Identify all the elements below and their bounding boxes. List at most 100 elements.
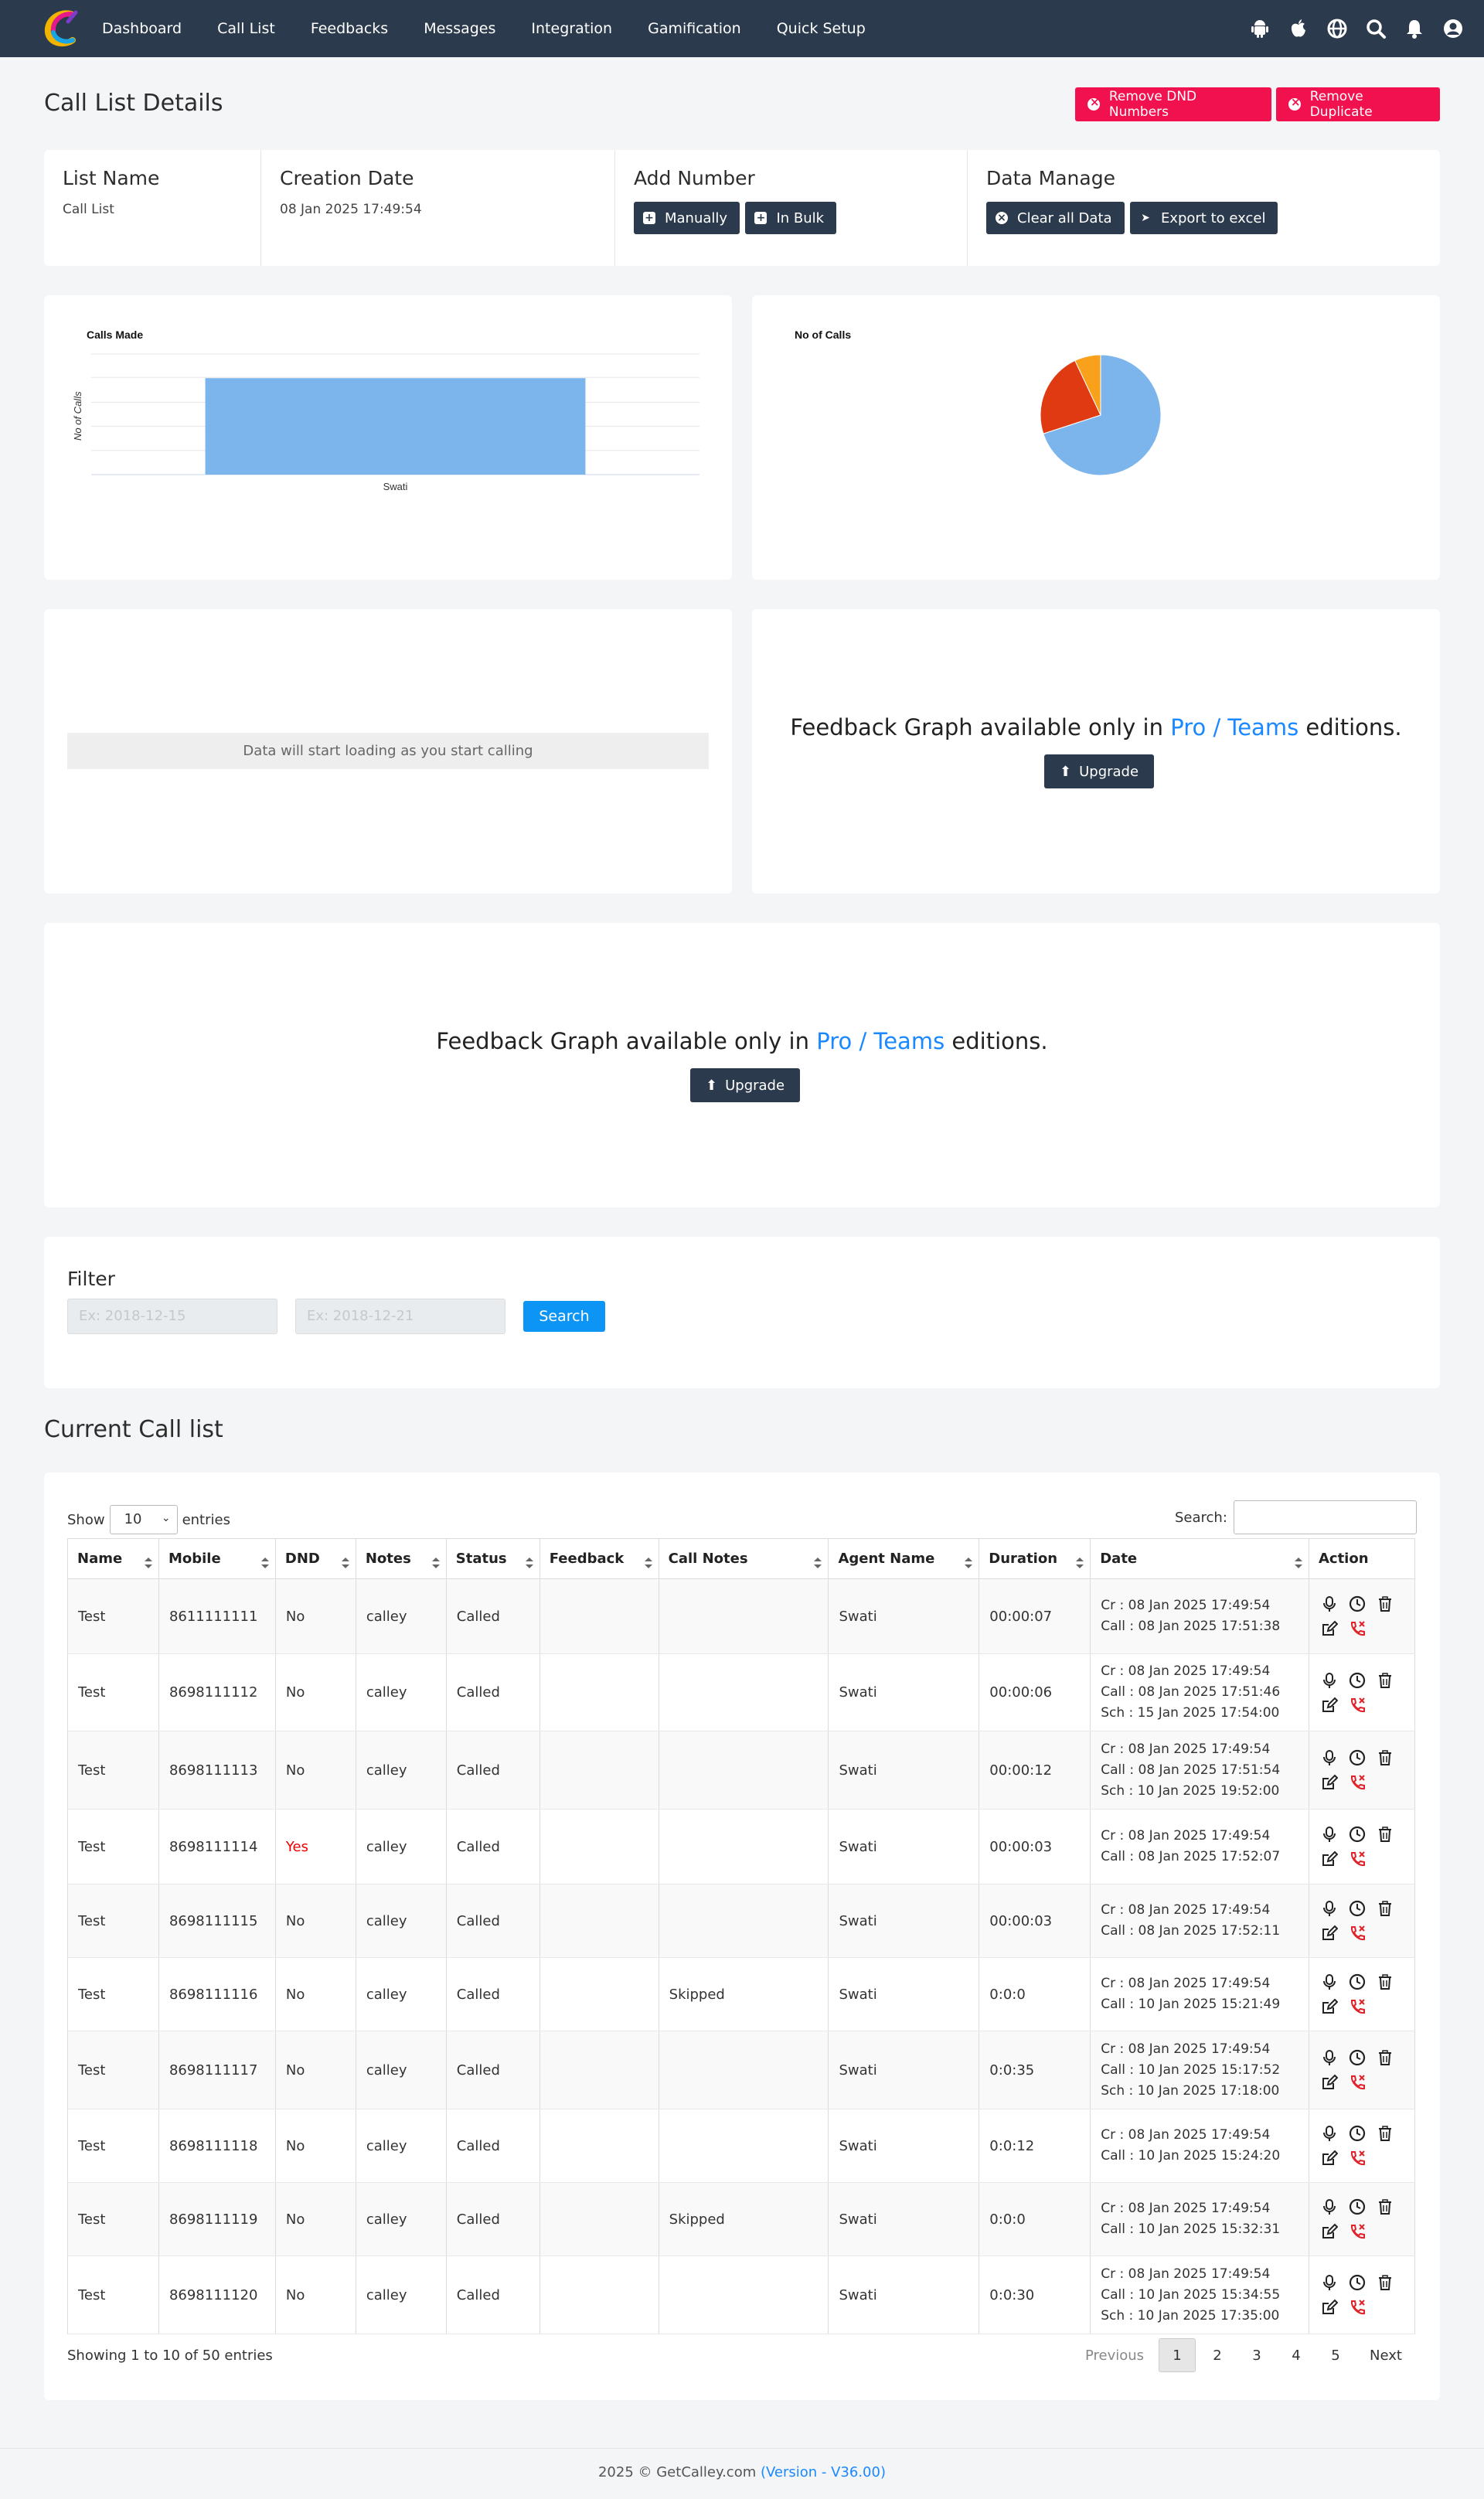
upgrade-button[interactable]: ⬆ Upgrade bbox=[690, 1068, 801, 1102]
pagination-page-4[interactable]: 4 bbox=[1277, 2338, 1316, 2372]
column-header-notes[interactable]: Notes bbox=[355, 1538, 447, 1579]
add-in-bulk-button[interactable]: + In Bulk bbox=[745, 202, 837, 234]
pagination-next[interactable]: Next bbox=[1356, 2338, 1415, 2372]
pagination-page-3[interactable]: 3 bbox=[1237, 2338, 1276, 2372]
edit-icon[interactable] bbox=[1321, 2074, 1339, 2091]
clock-icon[interactable] bbox=[1349, 1595, 1366, 1612]
to-date-input[interactable]: Ex: 2018-12-21 bbox=[295, 1299, 505, 1334]
remove-duplicate-button[interactable]: Remove Duplicate bbox=[1276, 87, 1440, 121]
microphone-icon[interactable] bbox=[1321, 2274, 1338, 2291]
phone-missed-icon[interactable] bbox=[1349, 1850, 1366, 1867]
edit-icon[interactable] bbox=[1321, 1774, 1339, 1791]
microphone-icon[interactable] bbox=[1321, 1595, 1338, 1612]
trash-icon[interactable] bbox=[1377, 2198, 1394, 2215]
phone-missed-icon[interactable] bbox=[1349, 2074, 1366, 2091]
phone-missed-icon[interactable] bbox=[1349, 1774, 1366, 1791]
nav-dashboard[interactable]: Dashboard bbox=[102, 20, 182, 37]
user-icon[interactable] bbox=[1442, 18, 1464, 39]
trash-icon[interactable] bbox=[1377, 1900, 1394, 1917]
trash-icon[interactable] bbox=[1377, 2125, 1394, 2142]
search-icon[interactable] bbox=[1365, 18, 1387, 39]
nav-integration[interactable]: Integration bbox=[531, 20, 612, 37]
clock-icon[interactable] bbox=[1349, 1973, 1366, 1990]
nav-call-list[interactable]: Call List bbox=[217, 20, 275, 37]
trash-icon[interactable] bbox=[1377, 1595, 1394, 1612]
pagination-page-1[interactable]: 1 bbox=[1159, 2338, 1196, 2372]
clock-icon[interactable] bbox=[1349, 1826, 1366, 1843]
from-date-input[interactable]: Ex: 2018-12-15 bbox=[67, 1299, 277, 1334]
date-line: Call : 10 Jan 2025 15:32:31 bbox=[1101, 2222, 1281, 2237]
footer-version[interactable]: (Version - V36.00) bbox=[761, 2464, 886, 2480]
globe-icon[interactable] bbox=[1326, 18, 1348, 39]
phone-missed-icon[interactable] bbox=[1349, 1620, 1366, 1637]
table-search-input[interactable] bbox=[1233, 1500, 1417, 1534]
clock-icon[interactable] bbox=[1349, 2274, 1366, 2291]
column-header-call-notes[interactable]: Call Notes bbox=[658, 1538, 829, 1579]
phone-missed-icon[interactable] bbox=[1349, 2150, 1366, 2167]
clock-icon[interactable] bbox=[1349, 1672, 1366, 1689]
clock-icon[interactable] bbox=[1349, 2198, 1366, 2215]
cell-call-notes bbox=[658, 1809, 829, 1884]
bar-swati[interactable] bbox=[205, 378, 586, 475]
microphone-icon[interactable] bbox=[1321, 1749, 1338, 1766]
microphone-icon[interactable] bbox=[1321, 1900, 1338, 1917]
microphone-icon[interactable] bbox=[1321, 1672, 1338, 1689]
add-manually-button[interactable]: + Manually bbox=[634, 202, 740, 234]
edit-icon[interactable] bbox=[1321, 1620, 1339, 1637]
entries-select[interactable]: 10 ⌄ bbox=[109, 1505, 178, 1534]
search-button[interactable]: Search bbox=[523, 1301, 605, 1332]
trash-icon[interactable] bbox=[1377, 1973, 1394, 1990]
edit-icon[interactable] bbox=[1321, 1925, 1339, 1942]
microphone-icon[interactable] bbox=[1321, 2198, 1338, 2215]
edit-icon[interactable] bbox=[1321, 2223, 1339, 2240]
phone-missed-icon[interactable] bbox=[1349, 1998, 1366, 2015]
pagination-previous[interactable]: Previous bbox=[1070, 2338, 1159, 2372]
export-excel-button[interactable]: ➤ Export to excel bbox=[1129, 202, 1278, 234]
clock-icon[interactable] bbox=[1349, 1749, 1366, 1766]
pro-teams-link[interactable]: Pro / Teams bbox=[816, 1028, 945, 1054]
edit-icon[interactable] bbox=[1321, 1697, 1339, 1714]
microphone-icon[interactable] bbox=[1321, 1826, 1338, 1843]
column-header-date[interactable]: Date bbox=[1090, 1538, 1309, 1579]
trash-icon[interactable] bbox=[1377, 2049, 1394, 2066]
trash-icon[interactable] bbox=[1377, 2274, 1394, 2291]
microphone-icon[interactable] bbox=[1321, 1973, 1338, 1990]
column-header-duration[interactable]: Duration bbox=[979, 1538, 1091, 1579]
pro-teams-link[interactable]: Pro / Teams bbox=[1170, 714, 1298, 741]
upgrade-button[interactable]: ⬆ Upgrade bbox=[1044, 754, 1155, 788]
bell-icon[interactable] bbox=[1404, 18, 1425, 39]
clock-icon[interactable] bbox=[1349, 2125, 1366, 2142]
android-icon[interactable] bbox=[1249, 18, 1271, 39]
apple-icon[interactable] bbox=[1288, 18, 1309, 39]
column-header-status[interactable]: Status bbox=[445, 1538, 540, 1579]
edit-icon[interactable] bbox=[1321, 1850, 1339, 1867]
clear-all-data-button[interactable]: × Clear all Data bbox=[986, 202, 1125, 234]
column-header-mobile[interactable]: Mobile bbox=[158, 1538, 276, 1579]
trash-icon[interactable] bbox=[1377, 1749, 1394, 1766]
phone-missed-icon[interactable] bbox=[1349, 1697, 1366, 1714]
microphone-icon[interactable] bbox=[1321, 2049, 1338, 2066]
phone-missed-icon[interactable] bbox=[1349, 2223, 1366, 2240]
nav-feedbacks[interactable]: Feedbacks bbox=[311, 20, 388, 37]
column-header-dnd[interactable]: DND bbox=[274, 1538, 356, 1579]
column-header-agent-name[interactable]: Agent Name bbox=[828, 1538, 980, 1579]
column-header-name[interactable]: Name bbox=[67, 1538, 159, 1579]
phone-missed-icon[interactable] bbox=[1349, 1925, 1366, 1942]
edit-icon[interactable] bbox=[1321, 2150, 1339, 2167]
clock-icon[interactable] bbox=[1349, 1900, 1366, 1917]
trash-icon[interactable] bbox=[1377, 1826, 1394, 1843]
nav-messages[interactable]: Messages bbox=[424, 20, 495, 37]
calley-logo[interactable] bbox=[40, 6, 83, 49]
remove-dnd-button[interactable]: Remove DND Numbers bbox=[1075, 87, 1271, 121]
nav-gamification[interactable]: Gamification bbox=[648, 20, 741, 37]
trash-icon[interactable] bbox=[1377, 1672, 1394, 1689]
edit-icon[interactable] bbox=[1321, 1998, 1339, 2015]
edit-icon[interactable] bbox=[1321, 2299, 1339, 2316]
nav-quick-setup[interactable]: Quick Setup bbox=[777, 20, 866, 37]
phone-missed-icon[interactable] bbox=[1349, 2299, 1366, 2316]
pagination-page-5[interactable]: 5 bbox=[1316, 2338, 1355, 2372]
microphone-icon[interactable] bbox=[1321, 2125, 1338, 2142]
pagination-page-2[interactable]: 2 bbox=[1198, 2338, 1237, 2372]
column-header-feedback[interactable]: Feedback bbox=[539, 1538, 659, 1579]
clock-icon[interactable] bbox=[1349, 2049, 1366, 2066]
